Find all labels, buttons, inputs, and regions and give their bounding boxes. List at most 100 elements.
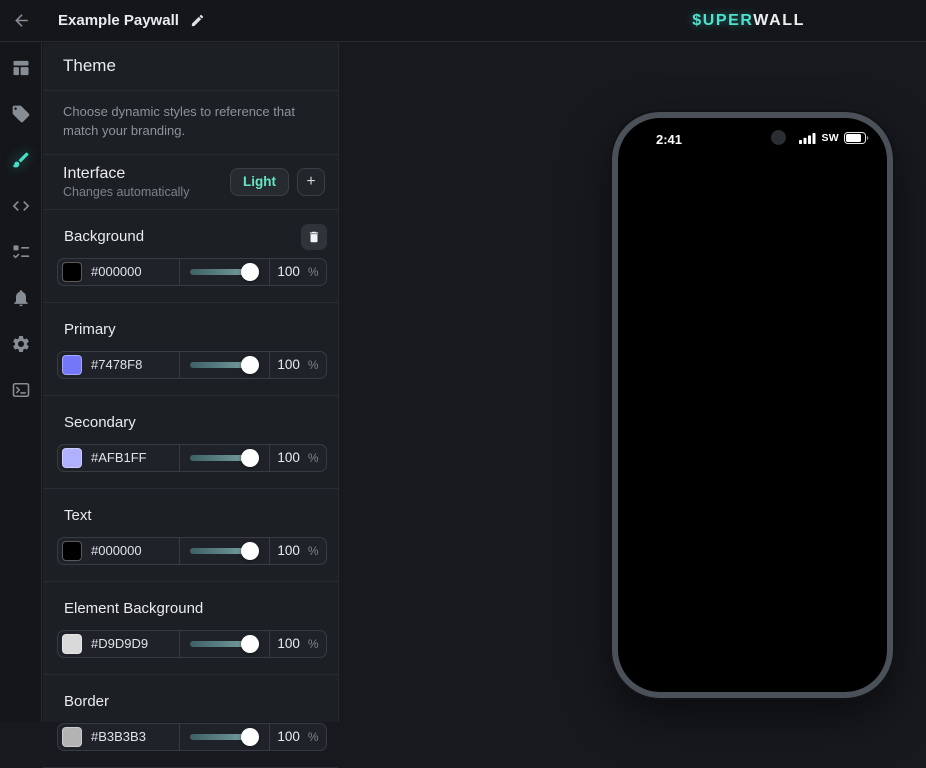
opacity-slider-thumb[interactable] [241,728,259,746]
color-section: Element Background 100 % [43,582,338,675]
back-button[interactable] [0,0,42,42]
add-interface-button[interactable]: + [297,168,325,196]
arrow-left-icon [12,11,31,30]
color-section-label: Secondary [64,414,136,431]
opacity-slider-thumb[interactable] [241,542,259,560]
slider-cell [180,445,269,471]
color-swatch[interactable] [62,448,82,468]
pencil-icon [190,13,205,28]
front-camera-icon [771,130,786,145]
percent-cell: 100 % [270,538,326,564]
opacity-slider-thumb[interactable] [241,356,259,374]
opacity-slider[interactable] [190,263,259,281]
interface-row: Interface Changes automatically Light + [43,155,338,210]
color-control-row: 100 % [57,723,327,751]
logo-teal-part: $UPER [692,12,753,29]
percent-cell: 100 % [270,724,326,750]
code-icon [11,196,31,216]
sidebar-item-notifications[interactable] [11,288,31,308]
opacity-unit: % [308,730,319,744]
color-section: Background 100 % [43,210,338,303]
opacity-slider-thumb[interactable] [241,263,259,281]
color-swatch[interactable] [62,727,82,747]
opacity-value: 100 [277,264,300,279]
opacity-slider[interactable] [190,542,259,560]
interface-mode-button[interactable]: Light [230,168,289,196]
cellular-signal-icon [799,133,816,144]
paywall-title: Example Paywall [58,12,179,29]
color-section-label: Background [64,228,144,245]
opacity-unit: % [308,637,319,651]
opacity-value: 100 [277,543,300,558]
bell-icon [11,288,31,308]
battery-icon [844,132,869,144]
opacity-slider[interactable] [190,449,259,467]
sidebar-item-theme[interactable] [11,150,31,170]
color-swatch[interactable] [62,262,82,282]
hex-cell [58,538,179,564]
interface-label: Interface [63,165,230,183]
carrier-label: SW [821,132,839,144]
color-section-header: Secondary [57,410,327,436]
percent-cell: 100 % [270,445,326,471]
slider-cell [180,259,269,285]
opacity-slider[interactable] [190,728,259,746]
opacity-slider-thumb[interactable] [241,449,259,467]
color-hex-input[interactable] [91,729,169,744]
sidebar-item-layout[interactable] [11,58,31,78]
color-section-header: Background [57,224,327,250]
color-section: Secondary 100 % [43,396,338,489]
hex-cell [58,724,179,750]
superwall-logo: $UPERWALL [692,12,805,30]
delete-color-button[interactable] [301,224,327,250]
slider-cell [180,724,269,750]
phone-screen[interactable]: 2:41 SW [619,119,886,691]
status-bar-right: SW [799,132,869,144]
hex-cell [58,352,179,378]
opacity-slider-thumb[interactable] [241,635,259,653]
opacity-unit: % [308,265,319,279]
percent-cell: 100 % [270,631,326,657]
color-swatch[interactable] [62,634,82,654]
theme-panel: Theme Choose dynamic styles to reference… [43,43,339,722]
percent-cell: 100 % [270,259,326,285]
color-section-label: Border [64,693,109,710]
color-hex-input[interactable] [91,450,169,465]
edit-title-button[interactable] [190,13,205,28]
opacity-slider[interactable] [190,356,259,374]
status-bar-time: 2:41 [656,132,682,147]
color-section-label: Element Background [64,600,203,617]
logo-white-part: WALL [753,12,805,29]
color-hex-input[interactable] [91,543,169,558]
opacity-unit: % [308,358,319,372]
icon-sidebar [0,43,42,722]
color-control-row: 100 % [57,630,327,658]
sidebar-item-code[interactable] [11,196,31,216]
opacity-value: 100 [277,357,300,372]
gear-icon [11,334,31,354]
color-hex-input[interactable] [91,636,169,651]
color-section-header: Element Background [57,596,327,622]
phone-mockup: 2:41 SW [612,112,893,698]
brush-icon [11,150,31,170]
sidebar-item-checklist[interactable] [11,242,31,262]
trash-icon [307,230,321,244]
sidebar-item-settings[interactable] [11,334,31,354]
sidebar-item-console[interactable] [11,380,31,400]
color-section-header: Border [57,689,327,715]
color-section: Border 100 % [43,675,338,768]
sidebar-item-tags[interactable] [11,104,31,124]
color-control-row: 100 % [57,444,327,472]
opacity-slider[interactable] [190,635,259,653]
color-swatch[interactable] [62,355,82,375]
panel-description: Choose dynamic styles to reference that … [43,91,338,155]
panel-title: Theme [43,43,338,91]
opacity-value: 100 [277,636,300,651]
color-control-row: 100 % [57,537,327,565]
interface-sublabel: Changes automatically [63,185,230,199]
color-swatch[interactable] [62,541,82,561]
color-control-row: 100 % [57,258,327,286]
opacity-value: 100 [277,450,300,465]
color-hex-input[interactable] [91,264,169,279]
color-hex-input[interactable] [91,357,169,372]
